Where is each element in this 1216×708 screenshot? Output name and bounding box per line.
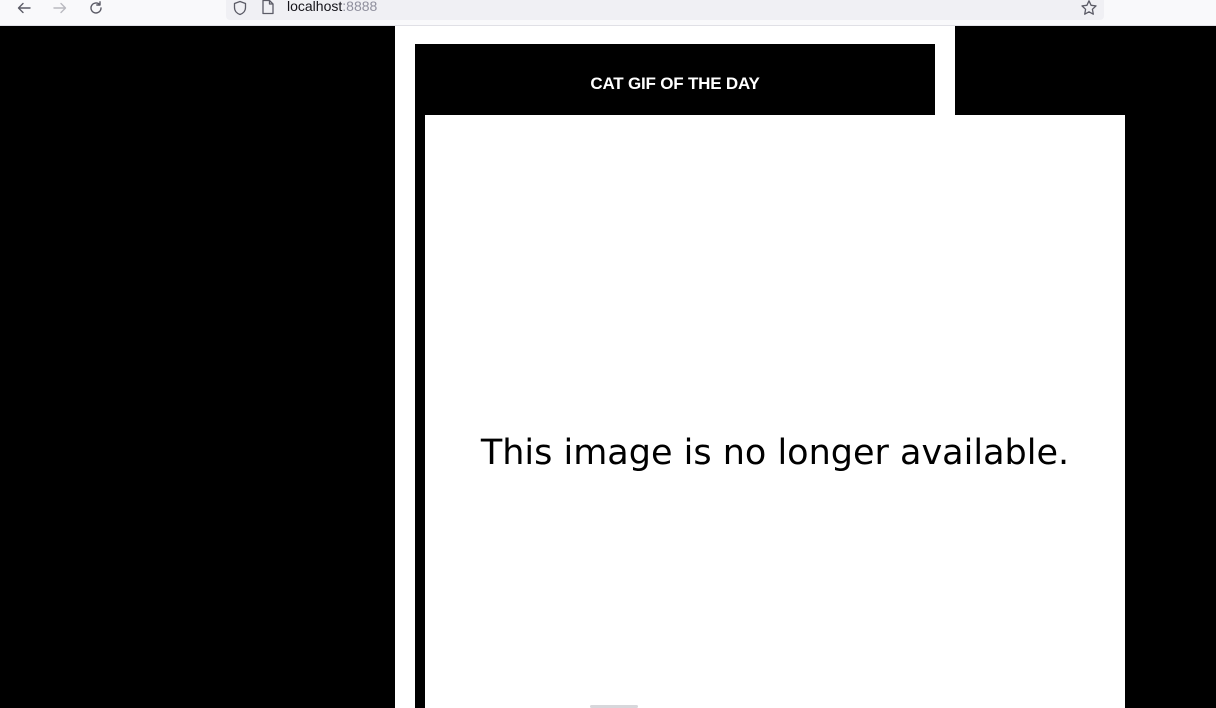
reload-button[interactable] bbox=[85, 0, 107, 19]
star-icon[interactable] bbox=[1080, 0, 1098, 22]
arrow-right-icon bbox=[53, 2, 67, 14]
forward-button[interactable] bbox=[49, 0, 71, 19]
image-border bbox=[415, 116, 425, 708]
page-content: CAT GIF OF THE DAY This image is no long… bbox=[0, 26, 1216, 708]
back-button[interactable] bbox=[13, 0, 35, 19]
reload-icon bbox=[90, 1, 102, 14]
arrow-left-icon bbox=[17, 2, 31, 14]
browser-toolbar: localhost:8888 bbox=[0, 0, 1216, 26]
url-text[interactable]: localhost:8888 bbox=[287, 0, 377, 13]
page-title: CAT GIF OF THE DAY bbox=[590, 74, 760, 93]
url-port: :8888 bbox=[342, 0, 378, 14]
image-unavailable-message: This image is no longer available. bbox=[480, 433, 1070, 473]
cat-gif-image: This image is no longer available. bbox=[425, 115, 1125, 708]
url-host: localhost bbox=[287, 0, 343, 14]
page-icon[interactable] bbox=[261, 0, 275, 20]
shield-icon[interactable] bbox=[232, 0, 248, 21]
address-bar[interactable]: localhost:8888 bbox=[226, 0, 1104, 20]
